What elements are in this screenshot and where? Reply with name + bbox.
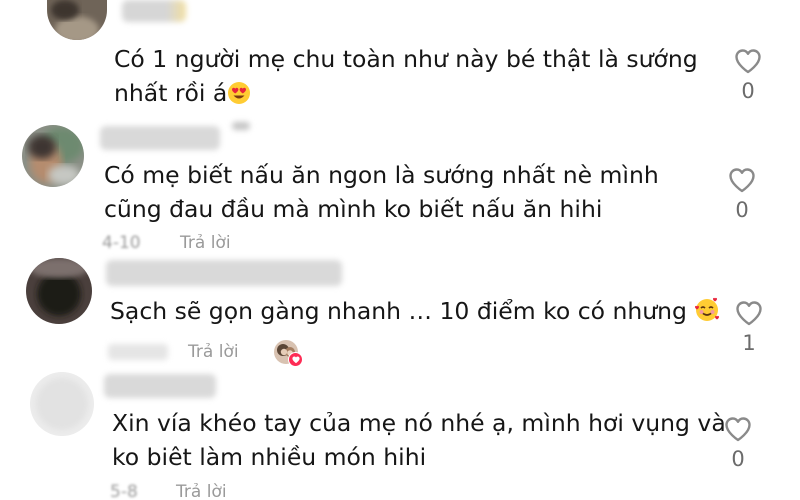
heart-outline-icon [735,49,761,74]
like-count: 0 [735,198,749,222]
comment-text: Xin vía khéo tay của mẹ nó nhé ạ, mình h… [112,409,726,471]
username-blurred[interactable] [122,0,186,22]
reply-button[interactable]: Trả lời [180,233,231,253]
reply-button[interactable]: Trả lời [176,482,227,500]
heart-outline-icon [736,301,762,326]
comment-meta: 4-10 Trả lời [102,233,302,253]
username-blurred[interactable] [106,260,342,286]
avatar[interactable] [30,372,94,436]
heart-outline-icon [725,417,751,442]
comment-item: Có 1 người mẹ chu toàn như này bé thật l… [0,0,800,125]
like-count: 1 [742,331,756,355]
like-count: 0 [731,447,745,471]
comment-date: 5-8 [110,482,138,500]
username-blurred[interactable] [104,374,216,398]
comment-text: Có 1 người mẹ chu toàn như này bé thật l… [114,42,698,114]
heart-outline-icon [729,168,755,193]
comment-item: Xin vía khéo tay của mẹ nó nhé ạ, mình h… [0,366,800,500]
comment-meta: Trả lời [108,340,328,367]
like-button[interactable]: 0 [722,167,762,221]
creator-heart-icon [288,352,303,367]
username-blurred [232,122,250,130]
comment-date-blurred [108,344,168,360]
avatar[interactable] [22,125,84,187]
heart-eyes-emoji [227,80,251,114]
comment-date: 4-10 [102,233,141,253]
comment-text: Sạch sẽ gọn gàng nhanh … 10 điểm ko có n… [110,294,720,332]
like-button[interactable]: 1 [729,300,769,354]
like-count: 0 [741,79,755,103]
avatar[interactable] [26,258,92,324]
username-blurred[interactable] [100,126,220,150]
like-button[interactable]: 0 [718,416,758,470]
creator-liked-badge [274,340,303,367]
comment-item: Sạch sẽ gọn gàng nhanh … 10 điểm ko có n… [0,252,800,370]
like-button[interactable]: 0 [728,48,768,102]
smiling-face-with-hearts-emoji [694,297,720,332]
comment-meta: 5-8 Trả lời [110,482,310,500]
comment-text: Có mẹ biết nấu ăn ngon là sướng nhất nè … [104,161,659,223]
comment-item: Có mẹ biết nấu ăn ngon là sướng nhất nè … [0,120,800,255]
reply-button[interactable]: Trả lời [188,342,239,362]
comments-list: Có 1 người mẹ chu toàn như này bé thật l… [0,0,800,500]
avatar[interactable] [47,0,107,40]
